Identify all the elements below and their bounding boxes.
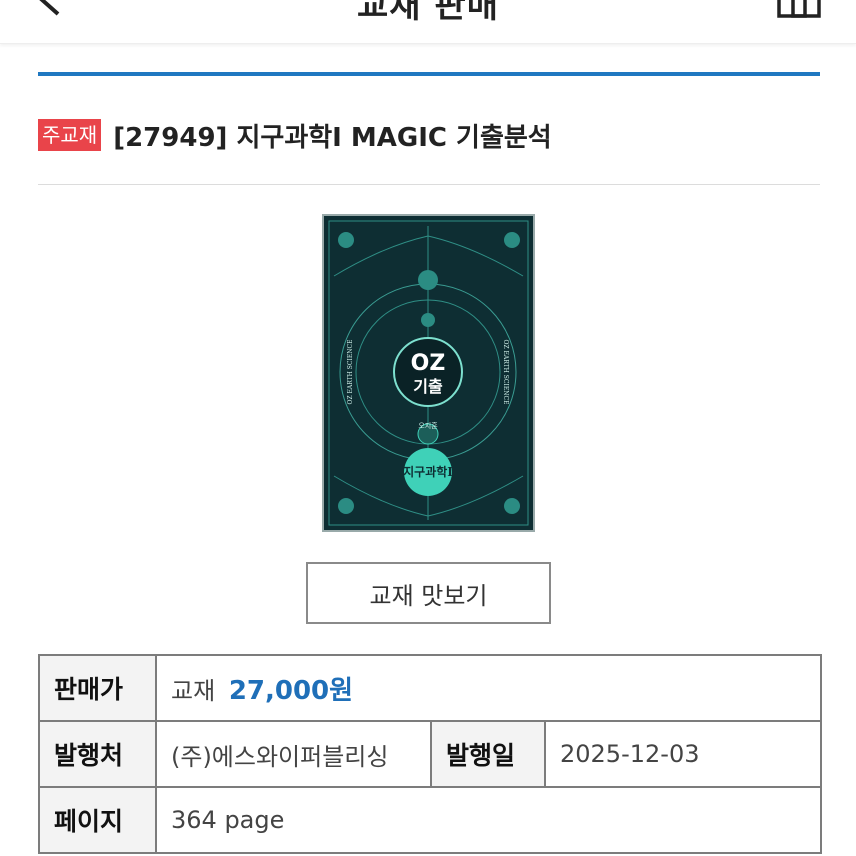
table-row: 페이지 364 page [38, 786, 823, 854]
divider [38, 184, 820, 185]
pages-value: 364 page [154, 786, 823, 854]
preview-textbook-button[interactable]: 교재 맛보기 [306, 562, 551, 624]
publish-date-value: 2025-12-03 [543, 720, 823, 788]
cover-subject: 지구과학Ⅰ [403, 464, 453, 479]
product-info-table: 판매가 교재 27,000원 발행처 (주)에스와이퍼블리싱 발행일 2025-… [38, 654, 823, 854]
pages-label: 페이지 [38, 786, 157, 854]
home-button[interactable] [774, 0, 824, 20]
cover-ring-text-left: OZ EARTH SCIENCE [347, 340, 354, 405]
book-cover-image: OZ 기출 오지훈 지구과학Ⅰ OZ EARTH SCIENCE OZ EART… [322, 214, 535, 532]
cover-title-line2: 기출 [413, 377, 443, 396]
price-prefix: 교재 [171, 676, 216, 705]
main-textbook-badge: 주교재 [38, 119, 102, 151]
table-row: 판매가 교재 27,000원 [38, 654, 823, 722]
cover-ring-text-right: OZ EARTH SCIENCE [502, 340, 509, 405]
publisher-value: (주)에스와이퍼블리싱 [155, 720, 432, 788]
product-title-row: 주교재 [27949] 지구과학I MAGIC 기출분석 [38, 116, 552, 154]
home-icon [777, 0, 821, 18]
cover-title-line1: OZ [411, 351, 446, 376]
publisher-label: 발행처 [38, 720, 157, 788]
price-label: 판매가 [38, 654, 157, 722]
section-divider [38, 72, 820, 76]
price-value: 27,000원 [228, 675, 354, 706]
cover-author: 오지훈 [418, 421, 438, 430]
product-title: [27949] 지구과학I MAGIC 기출분석 [113, 122, 552, 153]
table-row: 발행처 (주)에스와이퍼블리싱 발행일 2025-12-03 [38, 720, 823, 788]
top-app-bar: 교재 판매 [0, 0, 856, 44]
price-cell: 교재 27,000원 [154, 654, 823, 722]
page-title: 교재 판매 [357, 0, 499, 26]
publish-date-label: 발행일 [430, 720, 546, 788]
